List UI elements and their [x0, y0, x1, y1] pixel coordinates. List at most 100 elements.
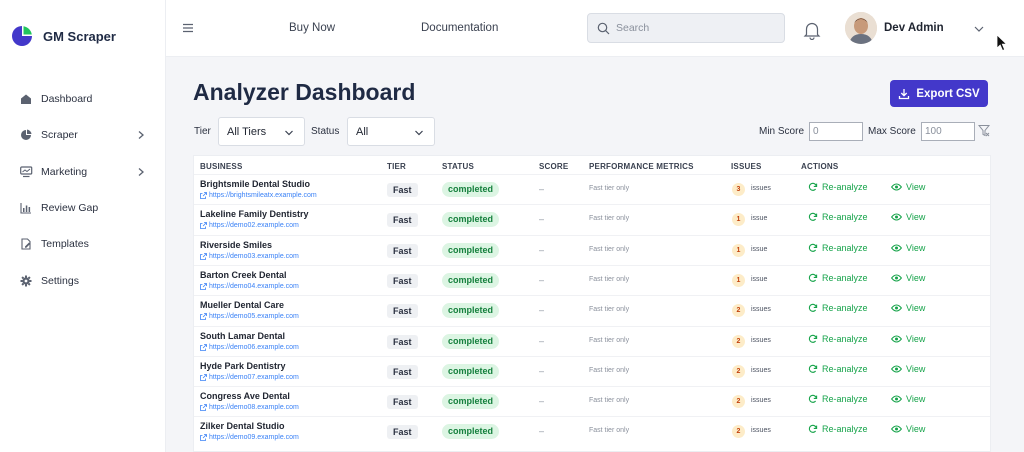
business-url: https://demo04.example.com	[209, 282, 299, 290]
business-url-link[interactable]: https://demo06.example.com	[200, 344, 299, 351]
view-button[interactable]: View	[891, 243, 925, 253]
documentation-link[interactable]: Documentation	[421, 22, 498, 34]
bell-icon[interactable]	[803, 20, 821, 40]
issues-label: issue	[751, 245, 768, 253]
view-button[interactable]: View	[891, 364, 925, 374]
column-header-score[interactable]: SCORE	[539, 162, 568, 171]
sidebar-item-marketing[interactable]: Marketing	[0, 154, 166, 190]
external-link-icon	[200, 252, 207, 260]
column-header-business[interactable]: BUSINESS	[200, 162, 243, 171]
search-box[interactable]	[587, 13, 785, 43]
sidebar-item-scraper[interactable]: Scraper	[0, 117, 166, 153]
business-name[interactable]: Lakeline Family Dentistry	[200, 209, 309, 219]
reanalyze-button[interactable]: Re-analyze	[808, 424, 868, 434]
tier-select[interactable]: All Tiers	[218, 117, 305, 146]
external-link-icon	[200, 192, 207, 199]
business-url-link[interactable]: https://demo05.example.com	[200, 313, 299, 320]
reanalyze-label: Re-analyze	[822, 363, 868, 374]
view-button[interactable]: View	[891, 182, 925, 192]
avatar[interactable]	[845, 12, 877, 44]
min-score-label: Min Score	[759, 126, 805, 137]
reanalyze-button[interactable]: Re-analyze	[808, 243, 868, 253]
reanalyze-label: Re-analyze	[822, 303, 868, 314]
business-url-link[interactable]: https://brightsmileatx.example.com	[200, 192, 317, 199]
reanalyze-label: Re-analyze	[822, 424, 868, 435]
export-csv-button[interactable]: Export CSV	[890, 80, 988, 107]
business-url-link[interactable]: https://demo02.example.com	[200, 222, 299, 229]
min-score-input[interactable]	[809, 122, 863, 141]
view-button[interactable]: View	[891, 424, 925, 434]
tier-badge: Fast	[387, 243, 418, 258]
column-header-tier[interactable]: TIER	[387, 162, 406, 171]
reanalyze-button[interactable]: Re-analyze	[808, 334, 868, 344]
business-url-link[interactable]: https://demo09.example.com	[200, 434, 299, 441]
sidebar-item-settings[interactable]: Settings	[0, 262, 166, 298]
business-name[interactable]: Mueller Dental Care	[200, 300, 284, 310]
business-name[interactable]: Hyde Park Dentistry	[200, 361, 286, 371]
reanalyze-button[interactable]: Re-analyze	[808, 394, 868, 404]
view-button[interactable]: View	[891, 273, 925, 283]
business-url: https://demo08.example.com	[209, 404, 299, 412]
column-header-status[interactable]: STATUS	[442, 162, 474, 171]
view-button[interactable]: View	[891, 394, 925, 404]
business-name[interactable]: Barton Creek Dental	[200, 270, 287, 280]
sidebar-item-dashboard[interactable]: Dashboard	[0, 81, 166, 117]
business-url: https://demo03.example.com	[209, 252, 299, 260]
user-name[interactable]: Dev Admin	[884, 22, 944, 34]
tier-badge: Fast	[387, 273, 418, 288]
eye-icon	[891, 335, 902, 342]
max-score-input[interactable]	[921, 122, 975, 141]
sidebar-item-templates[interactable]: Templates	[0, 226, 166, 262]
business-name[interactable]: Riverside Smiles	[200, 240, 272, 250]
issues-count-badge: 1	[732, 243, 745, 257]
table-row: Barton Creek Dental https://demo04.exampl…	[194, 264, 990, 295]
brand[interactable]: GM Scraper	[10, 24, 116, 48]
external-link-icon	[200, 373, 207, 381]
issues-label: issue	[751, 215, 768, 223]
view-label: View	[906, 333, 926, 344]
reanalyze-button[interactable]: Re-analyze	[808, 364, 868, 374]
business-url-link[interactable]: https://demo04.example.com	[200, 283, 299, 290]
business-url: https://demo05.example.com	[209, 313, 299, 321]
column-header-actions: ACTIONS	[801, 162, 839, 171]
performance-metrics: Fast tier only	[589, 275, 630, 283]
business-url-link[interactable]: https://demo07.example.com	[200, 374, 299, 381]
buy-now-link[interactable]: Buy Now	[289, 22, 335, 34]
business-url-link[interactable]: https://demo03.example.com	[200, 253, 299, 260]
sidebar-item-label: Scraper	[41, 129, 78, 142]
issues-count-badge: 2	[732, 364, 745, 378]
status-badge: completed	[442, 242, 500, 258]
reanalyze-button[interactable]: Re-analyze	[808, 182, 868, 192]
sidebar-item-label: Review Gap	[41, 202, 99, 215]
reanalyze-button[interactable]: Re-analyze	[808, 212, 868, 222]
view-label: View	[906, 212, 926, 223]
business-url-link[interactable]: https://demo08.example.com	[200, 404, 299, 411]
business-name[interactable]: South Lamar Dental	[200, 331, 285, 341]
chevron-down-icon[interactable]	[973, 24, 985, 34]
external-link-icon	[200, 282, 207, 290]
sidebar-item-label: Dashboard	[41, 93, 93, 106]
reanalyze-button[interactable]: Re-analyze	[808, 303, 868, 313]
status-select[interactable]: All	[347, 117, 435, 146]
status-badge: completed	[442, 212, 500, 228]
eye-icon	[891, 425, 902, 433]
sidebar-item-review-gap[interactable]: Review Gap	[0, 190, 166, 226]
status-filter-label: Status	[311, 126, 340, 137]
refresh-icon	[808, 273, 818, 282]
business-name[interactable]: Brightsmile Dental Studio	[200, 179, 310, 189]
business-name[interactable]: Zilker Dental Studio	[200, 421, 285, 431]
business-name[interactable]: Congress Ave Dental	[200, 391, 290, 401]
view-button[interactable]: View	[891, 212, 925, 222]
column-header-issues[interactable]: ISSUES	[731, 162, 762, 171]
menu-icon[interactable]	[182, 22, 194, 34]
eye-icon	[891, 183, 902, 191]
view-button[interactable]: View	[891, 303, 925, 313]
view-label: View	[906, 424, 926, 435]
reanalyze-button[interactable]: Re-analyze	[808, 273, 868, 283]
status-badge: completed	[442, 303, 500, 319]
clear-filter-icon[interactable]	[978, 124, 990, 137]
column-header-performance[interactable]: PERFORMANCE METRICS	[589, 162, 694, 171]
view-button[interactable]: View	[891, 334, 925, 344]
eye-icon	[891, 304, 902, 312]
search-input[interactable]	[616, 22, 776, 34]
